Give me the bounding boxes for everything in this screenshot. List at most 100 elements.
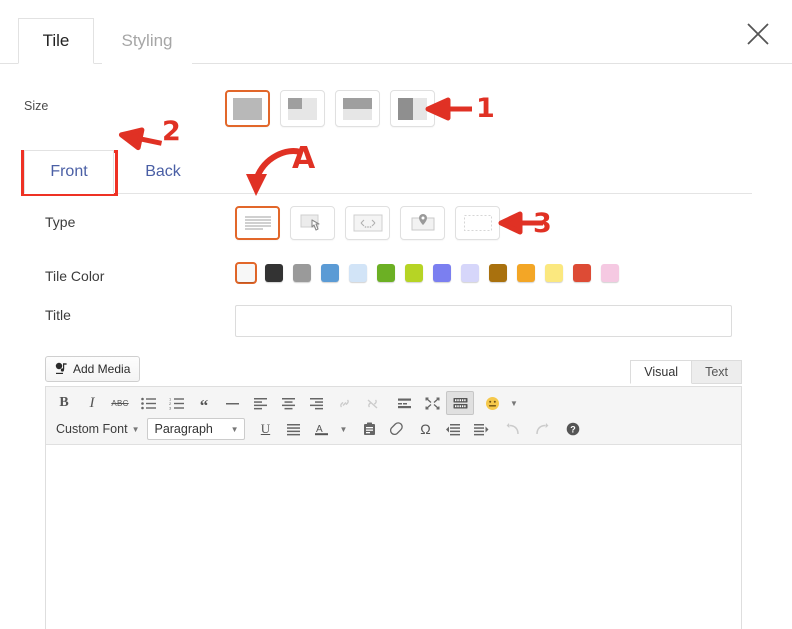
camera-music-icon bbox=[55, 362, 68, 377]
size-option-quarter[interactable] bbox=[280, 90, 325, 127]
size-quarter-glyph-icon bbox=[288, 97, 317, 120]
caret-down-icon: ▼ bbox=[131, 424, 140, 434]
numbered-list-icon: 123 bbox=[169, 397, 184, 410]
color-swatch-black[interactable] bbox=[263, 262, 285, 284]
color-swatch-light-blue[interactable] bbox=[347, 262, 369, 284]
tile-color-label: Tile Color bbox=[45, 268, 105, 284]
color-swatch-orange[interactable] bbox=[515, 262, 537, 284]
clear-formatting-button[interactable] bbox=[383, 417, 411, 441]
horizontal-rule-button[interactable] bbox=[218, 391, 246, 415]
emoji-dropdown-button[interactable]: ▼ bbox=[506, 391, 522, 415]
numbered-list-button[interactable]: 123 bbox=[162, 391, 190, 415]
redo-button[interactable] bbox=[527, 417, 555, 441]
bullet-list-button[interactable] bbox=[134, 391, 162, 415]
tab-visual-label: Visual bbox=[644, 365, 679, 379]
color-swatch-blue[interactable] bbox=[319, 262, 341, 284]
smiley-icon bbox=[485, 396, 500, 411]
bold-button[interactable]: B bbox=[50, 391, 78, 415]
fullscreen-button[interactable] bbox=[418, 391, 446, 415]
indent-button[interactable] bbox=[467, 417, 495, 441]
color-swatch-green[interactable] bbox=[375, 262, 397, 284]
text-lines-icon bbox=[243, 213, 273, 233]
caret-down-icon: ▼ bbox=[230, 424, 239, 434]
insert-link-button[interactable] bbox=[330, 391, 358, 415]
swatch-fill bbox=[405, 264, 423, 282]
underline-icon: U bbox=[260, 421, 271, 436]
tab-tile-label: Tile bbox=[42, 31, 70, 50]
tinymce-panel: B I ABC 123 “ ▼ Custom Font ▼ Paragraph … bbox=[45, 386, 742, 629]
italic-button[interactable]: I bbox=[78, 391, 106, 415]
title-input[interactable] bbox=[235, 305, 732, 337]
indent-icon bbox=[473, 423, 489, 436]
swatch-fill bbox=[321, 264, 339, 282]
type-option-map[interactable] bbox=[400, 206, 445, 240]
tab-visual[interactable]: Visual bbox=[630, 360, 693, 384]
color-swatch-lime[interactable] bbox=[403, 262, 425, 284]
special-character-button[interactable]: Ω bbox=[411, 417, 439, 441]
size-option-half-top[interactable] bbox=[335, 90, 380, 127]
type-option-slider[interactable] bbox=[345, 206, 390, 240]
align-center-button[interactable] bbox=[274, 391, 302, 415]
swatch-fill bbox=[517, 264, 535, 282]
justify-button[interactable] bbox=[279, 417, 307, 441]
add-media-label: Add Media bbox=[73, 362, 131, 376]
text-color-dropdown[interactable]: ▼ bbox=[335, 417, 351, 441]
tab-text[interactable]: Text bbox=[692, 360, 742, 384]
annotation-2-arrow bbox=[118, 126, 164, 152]
color-swatch-white[interactable] bbox=[235, 262, 257, 284]
swatch-fill bbox=[545, 264, 563, 282]
remove-link-button[interactable] bbox=[358, 391, 386, 415]
tab-styling[interactable]: Styling bbox=[102, 18, 192, 64]
tab-text-label: Text bbox=[705, 365, 728, 379]
clipboard-icon bbox=[363, 422, 376, 436]
side-tab-front[interactable]: Front bbox=[24, 150, 114, 194]
format-select[interactable]: Paragraph ▼ bbox=[147, 418, 246, 440]
custom-font-button[interactable]: Custom Font ▼ bbox=[50, 417, 145, 441]
undo-arrow-icon bbox=[506, 422, 521, 436]
align-right-button[interactable] bbox=[302, 391, 330, 415]
type-option-text[interactable] bbox=[235, 206, 280, 240]
read-more-icon bbox=[397, 397, 412, 410]
read-more-button[interactable] bbox=[390, 391, 418, 415]
annotation-3-arrow bbox=[497, 210, 545, 236]
size-option-half-left[interactable] bbox=[390, 90, 435, 127]
annotation-1-label: 1 bbox=[476, 93, 495, 124]
color-swatch-yellow[interactable] bbox=[543, 262, 565, 284]
keyboard-help-button[interactable]: ? bbox=[559, 417, 587, 441]
toggle-toolbar-button[interactable] bbox=[446, 391, 474, 415]
horizontal-rule-icon bbox=[225, 397, 240, 410]
carousel-icon bbox=[352, 213, 384, 233]
type-option-blank[interactable] bbox=[455, 206, 500, 240]
blockquote-button[interactable]: “ bbox=[190, 391, 218, 415]
text-color-button[interactable]: A bbox=[307, 417, 335, 441]
top-tab-strip: Tile Styling bbox=[0, 0, 792, 64]
side-tab-back[interactable]: Back bbox=[127, 150, 199, 194]
color-swatch-periwinkle[interactable] bbox=[431, 262, 453, 284]
title-label: Title bbox=[45, 307, 71, 323]
fullscreen-icon bbox=[425, 397, 440, 410]
size-option-full[interactable] bbox=[225, 90, 270, 127]
type-option-button[interactable] bbox=[290, 206, 335, 240]
underline-button[interactable]: U bbox=[251, 417, 279, 441]
undo-button[interactable] bbox=[499, 417, 527, 441]
color-swatch-pink[interactable] bbox=[599, 262, 621, 284]
paste-as-text-button[interactable] bbox=[355, 417, 383, 441]
emoji-button[interactable] bbox=[478, 391, 506, 415]
color-swatch-lavender[interactable] bbox=[459, 262, 481, 284]
editor-content-area[interactable] bbox=[46, 445, 741, 629]
color-swatch-gray[interactable] bbox=[291, 262, 313, 284]
color-swatch-red[interactable] bbox=[571, 262, 593, 284]
align-center-icon bbox=[281, 397, 296, 410]
toolbar-row-1: B I ABC 123 “ ▼ bbox=[50, 390, 737, 416]
strikethrough-icon: ABC bbox=[111, 398, 129, 408]
close-icon[interactable] bbox=[744, 20, 772, 48]
redo-arrow-icon bbox=[534, 422, 549, 436]
strikethrough-button[interactable]: ABC bbox=[106, 391, 134, 415]
size-half-top-glyph-icon bbox=[343, 97, 372, 120]
swatch-fill bbox=[489, 264, 507, 282]
align-left-button[interactable] bbox=[246, 391, 274, 415]
add-media-button[interactable]: Add Media bbox=[45, 356, 141, 382]
tab-tile[interactable]: Tile bbox=[18, 18, 94, 64]
color-swatch-brown[interactable] bbox=[487, 262, 509, 284]
outdent-button[interactable] bbox=[439, 417, 467, 441]
